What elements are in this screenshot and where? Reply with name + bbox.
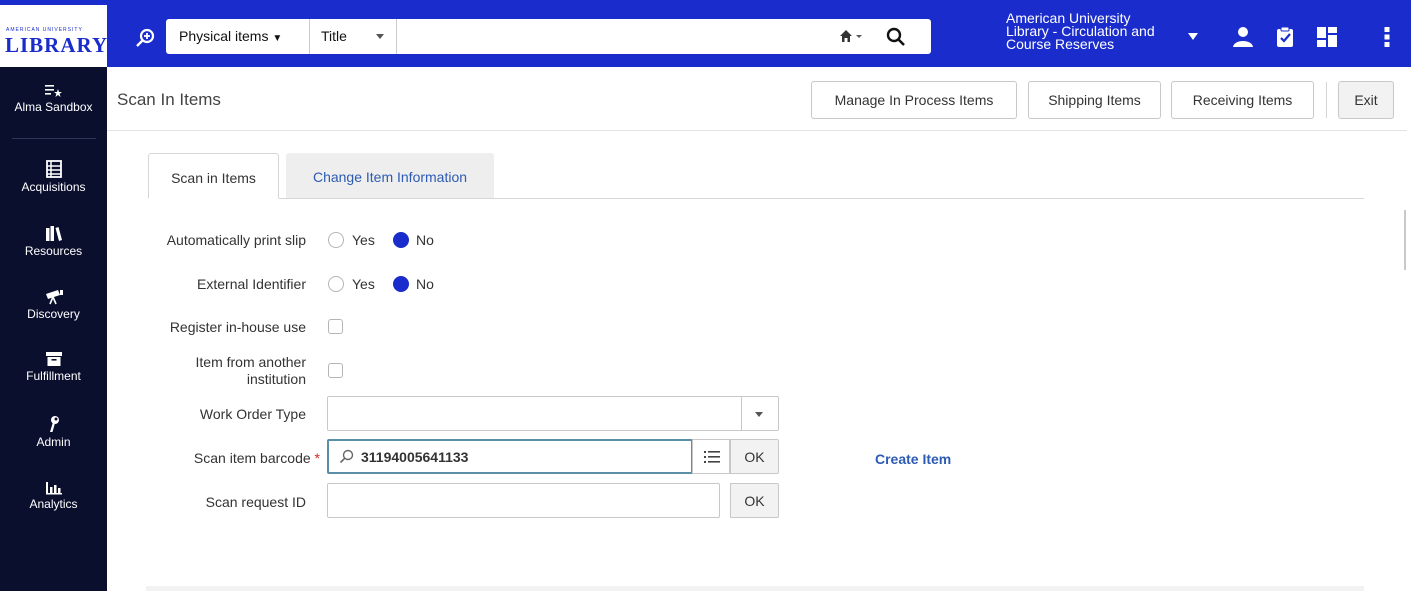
auto-print-label: Automatically print slip <box>166 232 306 248</box>
search-type-label: Physical items <box>179 28 269 44</box>
search-field-dropdown[interactable]: Title <box>311 19 397 54</box>
sidebar-item-resources[interactable]: Resources <box>0 224 107 258</box>
sidebar-item-analytics[interactable]: Analytics <box>0 481 107 511</box>
sidebar-item-fulfillment[interactable]: Fulfillment <box>0 351 107 383</box>
receiving-items-button[interactable]: Receiving Items <box>1171 81 1314 119</box>
home-icon <box>840 30 862 42</box>
external-id-yes-radio[interactable] <box>328 276 344 292</box>
library-logo[interactable]: AMERICAN UNIVERSITY LIBRARY <box>0 5 107 67</box>
sidebar-item-label: Acquisitions <box>21 180 86 194</box>
more-menu-icon[interactable] <box>1376 26 1398 48</box>
other-institution-label: Item from another institution <box>196 354 307 388</box>
tab-change-item-information[interactable]: Change Item Information <box>286 153 494 199</box>
search-icon <box>339 449 354 464</box>
user-icon[interactable] <box>1232 26 1254 48</box>
other-institution-checkbox[interactable] <box>328 363 343 378</box>
sidebar-item-label: Admin <box>36 435 71 449</box>
wrench-icon <box>49 416 59 432</box>
widgets-icon[interactable] <box>1316 26 1338 48</box>
main-sidebar <box>0 67 107 591</box>
list-star-icon <box>44 85 62 97</box>
request-ok-button[interactable]: OK <box>730 483 779 518</box>
external-id-no-radio[interactable] <box>393 276 409 292</box>
chevron-down-icon: ▼ <box>272 33 283 44</box>
barcode-ok-button[interactable]: OK <box>730 439 779 474</box>
scan-barcode-input[interactable] <box>361 447 681 467</box>
institution-dropdown-icon[interactable] <box>1188 33 1198 40</box>
external-id-no-label: No <box>416 276 434 292</box>
logo-big-text: LIBRARY <box>5 33 109 57</box>
sidebar-item-label: Resources <box>24 244 83 258</box>
inhouse-use-label: Register in-house use <box>169 319 306 335</box>
barcode-list-button[interactable] <box>692 439 730 474</box>
tab-baseline <box>148 198 1364 199</box>
manage-in-process-items-button[interactable]: Manage In Process Items <box>811 81 1017 119</box>
sidebar-item-alma-sandbox[interactable]: Alma Sandbox <box>0 84 107 114</box>
other-institution-label-line2: institution <box>246 371 306 387</box>
header-divider <box>107 130 1407 131</box>
page-title: Scan In Items <box>117 90 221 109</box>
sidebar-item-label: Alma Sandbox <box>14 100 93 114</box>
sidebar-item-label: Fulfillment <box>26 369 81 383</box>
scan-request-id-label: Scan request ID <box>205 494 306 510</box>
sidebar-divider <box>12 138 96 139</box>
bar-chart-icon <box>45 482 62 495</box>
telescope-icon <box>45 290 63 305</box>
caret-down-icon <box>376 34 384 39</box>
magnifier-icon <box>886 27 905 46</box>
scrollbar[interactable] <box>1404 210 1406 270</box>
shipping-items-button[interactable]: Shipping Items <box>1028 81 1161 119</box>
header-separator <box>1326 82 1327 118</box>
institution-name[interactable]: American University Library - Circulatio… <box>1006 11 1176 51</box>
work-order-type-select[interactable] <box>327 396 779 431</box>
external-identifier-label: External Identifier <box>197 276 306 292</box>
archive-box-icon <box>45 352 62 366</box>
search-scope-dropdown[interactable] <box>838 28 870 46</box>
work-order-type-label: Work Order Type <box>199 406 306 422</box>
inhouse-use-checkbox[interactable] <box>328 319 343 334</box>
search-input[interactable] <box>398 19 838 54</box>
sidebar-item-admin[interactable]: Admin <box>0 415 107 449</box>
create-item-link[interactable]: Create Item <box>875 451 951 467</box>
list-icon <box>704 451 720 463</box>
caret-down-icon <box>755 412 763 417</box>
scan-request-id-input[interactable] <box>327 483 720 518</box>
auto-print-yes-label: Yes <box>352 232 375 248</box>
auto-print-no-radio[interactable] <box>393 232 409 248</box>
scan-barcode-label-text: Scan item barcode <box>193 450 311 466</box>
sidebar-item-discovery[interactable]: Discovery <box>0 289 107 321</box>
auto-print-no-label: No <box>416 232 434 248</box>
sidebar-item-label: Analytics <box>29 497 78 511</box>
search-button[interactable] <box>884 25 910 49</box>
tab-scan-in-items[interactable]: Scan in Items <box>148 153 279 199</box>
sidebar-item-acquisitions[interactable]: Acquisitions <box>0 160 107 194</box>
auto-print-yes-radio[interactable] <box>328 232 344 248</box>
external-id-yes-label: Yes <box>352 276 375 292</box>
scan-barcode-field[interactable] <box>327 439 693 474</box>
exit-button[interactable]: Exit <box>1338 81 1394 119</box>
select-divider <box>741 397 742 430</box>
search-field-label: Title <box>321 28 347 44</box>
other-institution-label-line1: Item from another <box>195 354 307 370</box>
ledger-icon <box>45 160 62 178</box>
scan-barcode-label: Scan item barcode * <box>194 450 320 466</box>
bottom-panel-edge <box>146 586 1364 591</box>
sidebar-item-label: Discovery <box>27 307 80 321</box>
persistent-search-icon[interactable] <box>135 27 157 49</box>
required-marker: * <box>314 450 320 466</box>
search-bar: Physical items ▼ Title <box>166 19 931 54</box>
tasks-icon[interactable] <box>1274 26 1296 48</box>
search-type-dropdown[interactable]: Physical items ▼ <box>166 19 310 54</box>
books-icon <box>45 226 62 241</box>
